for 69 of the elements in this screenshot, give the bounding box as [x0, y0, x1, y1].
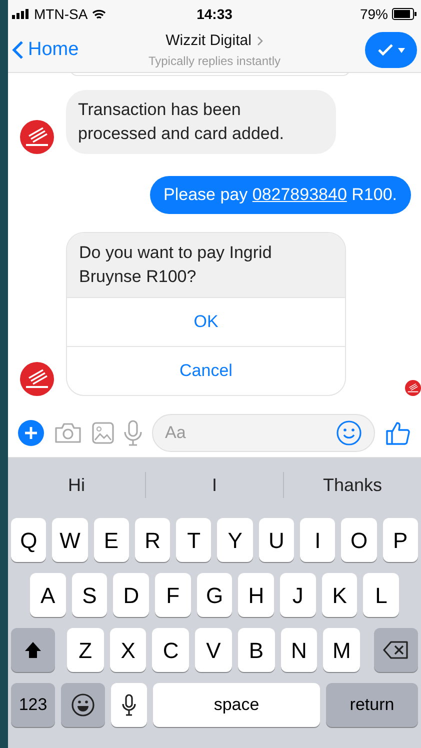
letter-key[interactable]: H: [238, 573, 274, 617]
suggestion-button[interactable]: I: [146, 472, 283, 498]
camera-icon[interactable]: [54, 422, 82, 444]
shift-key[interactable]: [11, 628, 55, 672]
chevron-right-icon[interactable]: [257, 36, 264, 46]
backspace-key[interactable]: [374, 628, 418, 672]
letter-key[interactable]: C: [152, 628, 190, 672]
letter-key[interactable]: Y: [217, 518, 253, 562]
shift-icon: [24, 641, 42, 659]
suggestion-button[interactable]: Hi: [8, 472, 145, 498]
carrier-name: MTN-SA: [34, 4, 88, 24]
letter-key[interactable]: U: [258, 518, 294, 562]
letter-key[interactable]: Z: [67, 628, 104, 672]
checkmark-icon: [378, 44, 394, 56]
battery-icon: [392, 8, 417, 20]
letter-key[interactable]: X: [110, 628, 146, 672]
numbers-key[interactable]: 123: [11, 683, 55, 727]
letter-key[interactable]: K: [322, 573, 358, 617]
letter-key[interactable]: O: [341, 518, 377, 562]
chevron-left-icon: [12, 40, 24, 60]
clock-time: 14:33: [196, 4, 232, 24]
caret-icon: [398, 48, 404, 52]
status-menu-button[interactable]: [365, 32, 417, 68]
letter-key[interactable]: D: [113, 573, 150, 617]
letter-key[interactable]: P: [382, 518, 418, 562]
letter-key[interactable]: T: [176, 518, 212, 562]
phone-link[interactable]: 0827893840: [252, 185, 347, 204]
letter-key[interactable]: A: [30, 573, 66, 617]
letter-key[interactable]: I: [300, 518, 336, 562]
emoji-icon: [71, 693, 95, 717]
dictation-key[interactable]: [111, 683, 147, 727]
letter-key[interactable]: L: [363, 573, 400, 617]
sent-message: Please pay 0827893840 R100.: [150, 176, 411, 214]
letter-key[interactable]: G: [196, 573, 232, 617]
backspace-icon: [383, 641, 410, 659]
microphone-icon: [122, 694, 136, 716]
battery-percentage: 79%: [360, 4, 388, 24]
letter-key[interactable]: Q: [11, 518, 46, 562]
smiley-icon[interactable]: [336, 420, 362, 446]
letter-key[interactable]: W: [52, 518, 88, 562]
space-key[interactable]: space: [153, 683, 320, 727]
add-button[interactable]: [18, 420, 44, 446]
chat-subtitle: Typically replies instantly: [148, 53, 281, 70]
letter-key[interactable]: M: [323, 628, 360, 672]
option-button[interactable]: Cancel: [67, 346, 345, 395]
plus-icon: [25, 426, 37, 438]
letter-key[interactable]: R: [134, 518, 170, 562]
letter-key[interactable]: N: [280, 628, 318, 672]
microphone-icon[interactable]: [124, 420, 142, 446]
letter-key[interactable]: B: [238, 628, 275, 672]
letter-key[interactable]: J: [280, 573, 316, 617]
thumbs-up-icon[interactable]: [385, 420, 411, 446]
received-message: Transaction has been processed and card added.: [66, 90, 336, 154]
letter-key[interactable]: E: [94, 518, 129, 562]
letter-key[interactable]: F: [155, 573, 191, 617]
suggestion-button[interactable]: Thanks: [284, 472, 421, 498]
letter-key[interactable]: S: [72, 573, 108, 617]
back-button[interactable]: Home: [12, 36, 112, 64]
question-text: Do you want to pay Ingrid Bruynse R100?: [67, 233, 345, 297]
message-field[interactable]: Aa: [152, 414, 375, 452]
letter-key[interactable]: V: [195, 628, 232, 672]
chat-title[interactable]: Wizzit Digital: [166, 30, 252, 52]
emoji-key[interactable]: [61, 683, 105, 727]
message-input[interactable]: Aa: [165, 420, 336, 446]
return-key[interactable]: return: [326, 683, 418, 727]
image-icon[interactable]: [92, 422, 114, 444]
signal-icon: [12, 9, 30, 19]
option-button[interactable]: OK: [67, 297, 345, 346]
wifi-icon: [92, 8, 106, 20]
